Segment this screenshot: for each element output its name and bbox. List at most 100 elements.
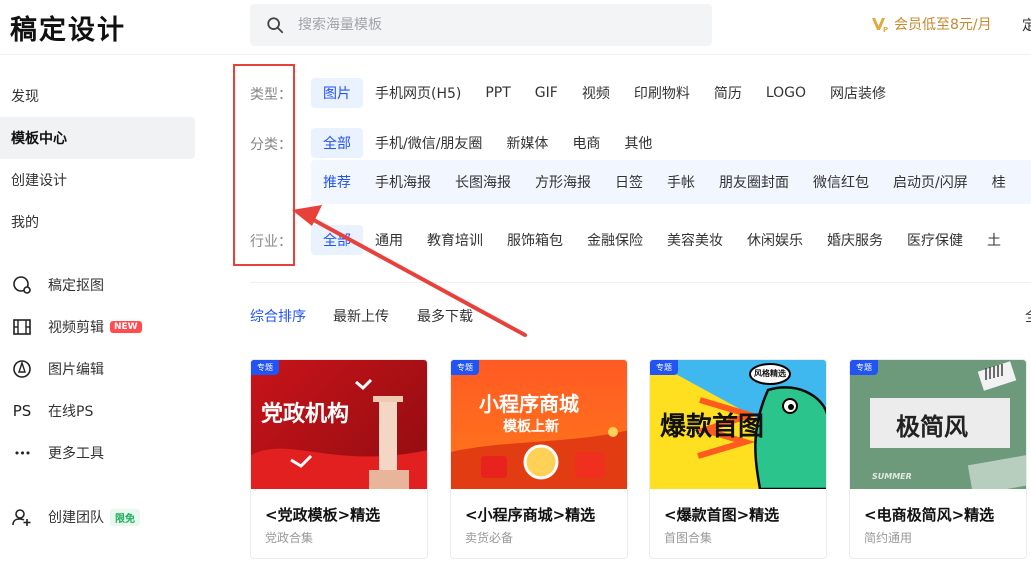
filter-chip[interactable]: 日签 bbox=[603, 167, 655, 197]
annotation-highlight-box bbox=[233, 64, 295, 266]
tool-label: 视频剪辑 bbox=[48, 320, 104, 336]
vip-promo[interactable]: P 会员低至8元/月 bbox=[870, 14, 992, 34]
card-art-subtext: 模板上新 bbox=[503, 419, 559, 435]
sidebar-item-mine[interactable]: 我的 bbox=[0, 201, 195, 243]
sidebar-item-label: 创建设计 bbox=[11, 173, 67, 189]
sidebar-item-template-center[interactable]: 模板中心 bbox=[0, 117, 195, 159]
sidebar-item-discover[interactable]: 发现 bbox=[0, 75, 195, 117]
filter-chip[interactable]: 全部 bbox=[311, 225, 363, 255]
template-card[interactable]: 党政机构 专题 <党政模板>精选 党政合集 bbox=[250, 359, 428, 559]
add-user-icon bbox=[11, 506, 33, 528]
card-title[interactable]: <小程序商城>精选 bbox=[465, 504, 595, 525]
sort-comprehensive[interactable]: 综合排序 bbox=[250, 306, 306, 326]
filter-chip[interactable]: 新媒体 bbox=[494, 128, 560, 158]
sidebar-item-label: 发现 bbox=[11, 89, 39, 105]
template-card[interactable]: 极简风 SUMMER 专题 <电商极简风>精选 简约通用 bbox=[849, 359, 1027, 559]
filter-chip[interactable]: GIF bbox=[523, 78, 570, 108]
filter-chip[interactable]: 全部 bbox=[311, 128, 363, 158]
vip-icon: P bbox=[872, 18, 888, 34]
filter-chip[interactable]: 图片 bbox=[311, 78, 363, 108]
filter-chip[interactable]: 美容美妆 bbox=[655, 225, 735, 255]
film-icon bbox=[11, 316, 33, 338]
card-tag: 专题 bbox=[251, 360, 279, 375]
new-badge: NEW bbox=[110, 321, 142, 333]
template-card[interactable]: 小程序商城 模板上新 专题 <小程序商城>精选 卖货必备 bbox=[450, 359, 628, 559]
card-art-text: 小程序商城 bbox=[479, 392, 579, 416]
card-title[interactable]: <党政模板>精选 bbox=[265, 504, 380, 525]
filter-chip[interactable]: 微信红包 bbox=[801, 167, 881, 197]
app-logo[interactable]: 稿定设计 bbox=[10, 8, 126, 47]
cutout-icon bbox=[11, 274, 33, 296]
tool-item-online-ps[interactable]: PS 在线PS bbox=[11, 399, 94, 423]
card-thumbnail: 党政机构 专题 bbox=[251, 360, 427, 489]
filter-chip[interactable]: 简历 bbox=[702, 78, 754, 108]
card-title[interactable]: <爆款首图>精选 bbox=[664, 504, 779, 525]
filter-chip[interactable]: 电商 bbox=[560, 128, 612, 158]
tool-label: 稿定抠图 bbox=[48, 278, 104, 294]
filter-chip[interactable]: LOGO bbox=[754, 78, 818, 108]
card-tag: 专题 bbox=[650, 360, 678, 375]
filter-chip[interactable]: 方形海报 bbox=[523, 167, 603, 197]
sidebar-item-label: 我的 bbox=[11, 215, 39, 231]
sidebar-item-create-design[interactable]: 创建设计 bbox=[0, 159, 195, 201]
card-tag: 专题 bbox=[451, 360, 479, 375]
tool-label: 更多工具 bbox=[48, 446, 104, 462]
filter-chip[interactable]: 教育培训 bbox=[415, 225, 495, 255]
card-tag: 专题 bbox=[850, 360, 878, 375]
filter-chip[interactable]: PPT bbox=[473, 78, 522, 108]
card-art-text: 党政机构 bbox=[261, 402, 350, 427]
filter-chip[interactable]: 其他 bbox=[612, 128, 664, 158]
tool-label: 在线PS bbox=[48, 404, 94, 420]
card-art-subtext: 风格精选 bbox=[754, 369, 786, 378]
card-thumbnail: 极简风 SUMMER 专题 bbox=[850, 360, 1026, 489]
filter-chip[interactable]: 土 bbox=[975, 225, 1013, 255]
pen-icon bbox=[11, 358, 33, 380]
filter-chip[interactable]: 金融保险 bbox=[575, 225, 655, 255]
sort-newest[interactable]: 最新上传 bbox=[333, 306, 389, 326]
card-art-text: 极简风 bbox=[896, 413, 968, 441]
header-more-link[interactable]: 定 bbox=[1022, 15, 1031, 35]
filter-chip[interactable]: 婚庆服务 bbox=[815, 225, 895, 255]
svg-text:P: P bbox=[883, 26, 888, 34]
free-badge: 限免 bbox=[110, 508, 140, 526]
search-bar[interactable] bbox=[250, 4, 712, 46]
sidebar-item-label: 模板中心 bbox=[11, 131, 67, 147]
search-input[interactable] bbox=[298, 17, 678, 33]
filter-chip[interactable]: 推荐 bbox=[311, 167, 363, 197]
tool-item-video-edit[interactable]: 视频剪辑 NEW bbox=[11, 315, 142, 339]
filter-chip[interactable]: 印刷物料 bbox=[622, 78, 702, 108]
filter-chip[interactable]: 桂 bbox=[980, 167, 1018, 197]
filter-chip[interactable]: 医疗保健 bbox=[895, 225, 975, 255]
filter-divider bbox=[250, 282, 1031, 283]
tool-label: 创建团队 bbox=[48, 510, 104, 526]
card-subtitle: 首图合集 bbox=[664, 531, 713, 545]
tool-item-image-edit[interactable]: 图片编辑 bbox=[11, 357, 104, 381]
filter-chip[interactable]: 手机海报 bbox=[363, 167, 443, 197]
card-title[interactable]: <电商极简风>精选 bbox=[864, 504, 994, 525]
template-card[interactable]: 爆款首图 风格精选 专题 <爆款首图>精选 首图合集 bbox=[649, 359, 827, 559]
filter-chip[interactable]: 服饰箱包 bbox=[495, 225, 575, 255]
tool-label: 图片编辑 bbox=[48, 362, 104, 378]
filter-chip[interactable]: 手机网页(H5) bbox=[363, 78, 473, 108]
create-team-item[interactable]: 创建团队 限免 bbox=[11, 505, 140, 529]
filter-chip[interactable]: 手机/微信/朋友圈 bbox=[363, 128, 494, 158]
filter-chip[interactable]: 启动页/闪屏 bbox=[881, 167, 980, 197]
filter-chip[interactable]: 长图海报 bbox=[443, 167, 523, 197]
ps-icon: PS bbox=[12, 402, 32, 420]
filter-chip[interactable]: 休闲娱乐 bbox=[735, 225, 815, 255]
tool-item-cutout[interactable]: 稿定抠图 bbox=[11, 273, 104, 297]
filter-chip[interactable]: 通用 bbox=[363, 225, 415, 255]
filter-chip[interactable]: 网店装修 bbox=[818, 78, 898, 108]
filter-industry-row: 全部 通用 教育培训 服饰箱包 金融保险 美容美妆 休闲娱乐 婚庆服务 医疗保健… bbox=[311, 223, 1013, 257]
header-divider bbox=[0, 54, 1031, 55]
vip-text[interactable]: 会员低至8元/月 bbox=[894, 14, 992, 34]
card-thumbnail: 爆款首图 风格精选 专题 bbox=[650, 360, 826, 489]
card-subtitle: 卖货必备 bbox=[465, 531, 514, 545]
sort-right-option[interactable]: 全 bbox=[1025, 306, 1031, 326]
more-icon: ••• bbox=[13, 446, 31, 460]
filter-chip[interactable]: 朋友圈封面 bbox=[707, 167, 801, 197]
filter-chip[interactable]: 手帐 bbox=[655, 167, 707, 197]
filter-chip[interactable]: 视频 bbox=[570, 78, 622, 108]
tool-item-more-tools[interactable]: ••• 更多工具 bbox=[11, 441, 104, 465]
sort-most-downloaded[interactable]: 最多下载 bbox=[417, 306, 473, 326]
